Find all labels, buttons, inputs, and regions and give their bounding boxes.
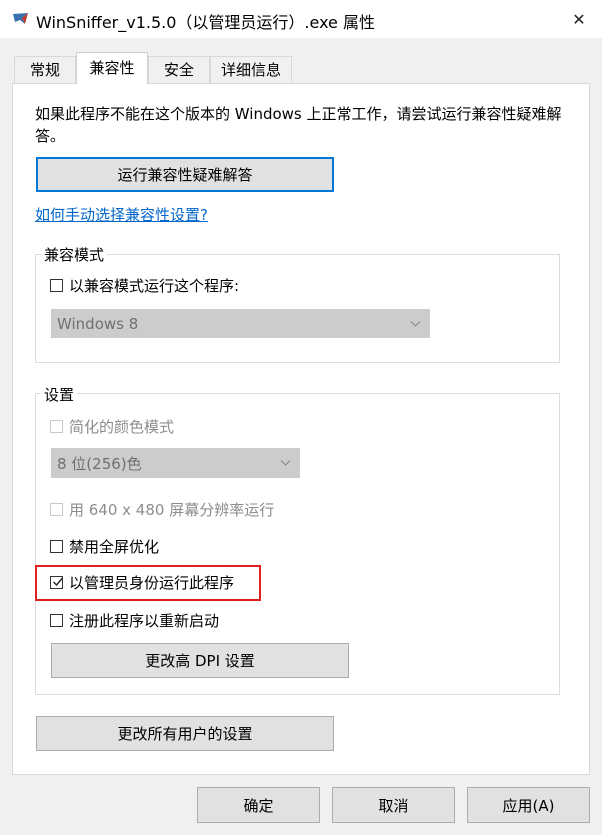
window-title: WinSniffer_v1.5.0（以管理员运行）.exe 属性 xyxy=(36,13,375,32)
color-depth-select: 8 位(256)色 xyxy=(51,448,300,478)
color-depth-value: 8 位(256)色 xyxy=(57,454,142,473)
settings-group-label: 设置 xyxy=(41,384,78,405)
register-restart-label: 注册此程序以重新启动 xyxy=(69,612,220,630)
close-button[interactable]: ✕ xyxy=(556,0,602,38)
ok-button-label: 确定 xyxy=(243,796,274,815)
cancel-button[interactable]: 取消 xyxy=(332,787,455,823)
checkbox-box[interactable] xyxy=(50,540,63,553)
disable-fullscreen-label: 禁用全屏优化 xyxy=(69,538,160,556)
troubleshoot-button[interactable]: 运行兼容性疑难解答 xyxy=(36,157,334,192)
cancel-button-label: 取消 xyxy=(378,796,409,815)
reduced-color-checkbox: 简化的颜色模式 xyxy=(50,416,174,437)
tab-details[interactable]: 详细信息 xyxy=(210,56,292,83)
troubleshoot-button-label: 运行兼容性疑难解答 xyxy=(117,166,253,184)
title-bar: WinSniffer_v1.5.0（以管理员运行）.exe 属性 ✕ xyxy=(0,0,602,38)
tab-details-label: 详细信息 xyxy=(220,61,281,79)
apply-button-label: 应用(A) xyxy=(502,796,555,815)
tab-security-label: 安全 xyxy=(163,61,194,79)
reduced-color-label: 简化的颜色模式 xyxy=(69,418,175,436)
all-users-settings-button-label: 更改所有用户的设置 xyxy=(117,725,253,743)
tab-compatibility-label: 兼容性 xyxy=(89,59,135,77)
all-users-settings-button[interactable]: 更改所有用户的设置 xyxy=(36,716,334,751)
compat-description: 如果此程序不能在这个版本的 Windows 上正常工作，请尝试运行兼容性疑难解答… xyxy=(35,105,562,145)
tab-compatibility[interactable]: 兼容性 xyxy=(76,52,148,84)
apply-button[interactable]: 应用(A) xyxy=(467,787,590,823)
app-icon xyxy=(13,13,28,24)
ok-button[interactable]: 确定 xyxy=(197,787,320,823)
checkbox-box[interactable] xyxy=(50,279,63,292)
tab-general[interactable]: 常规 xyxy=(14,56,76,83)
disable-fullscreen-checkbox[interactable]: 禁用全屏优化 xyxy=(50,536,159,557)
resolution-640-checkbox: 用 640 x 480 屏幕分辨率运行 xyxy=(50,499,274,520)
highlight-box xyxy=(35,565,261,601)
manual-settings-link[interactable]: 如何手动选择兼容性设置? xyxy=(35,204,208,225)
checkbox-box[interactable] xyxy=(50,614,63,627)
compat-mode-checkbox[interactable]: 以兼容模式运行这个程序: xyxy=(50,275,239,296)
os-version-select: Windows 8 xyxy=(51,309,430,338)
chevron-down-icon xyxy=(410,320,421,327)
register-restart-checkbox[interactable]: 注册此程序以重新启动 xyxy=(50,610,219,631)
os-version-value: Windows 8 xyxy=(57,314,139,333)
tab-general-label: 常规 xyxy=(29,61,60,79)
checkbox-box xyxy=(50,503,63,516)
compat-mode-group-label: 兼容模式 xyxy=(41,244,108,265)
chevron-down-icon xyxy=(280,460,291,466)
tab-security[interactable]: 安全 xyxy=(148,56,210,83)
checkbox-box xyxy=(50,420,63,433)
compat-mode-checkbox-label: 以兼容模式运行这个程序: xyxy=(69,277,240,295)
resolution-640-label: 用 640 x 480 屏幕分辨率运行 xyxy=(69,501,275,519)
close-icon: ✕ xyxy=(572,9,586,29)
change-dpi-button[interactable]: 更改高 DPI 设置 xyxy=(51,643,349,678)
change-dpi-button-label: 更改高 DPI 设置 xyxy=(145,652,255,670)
